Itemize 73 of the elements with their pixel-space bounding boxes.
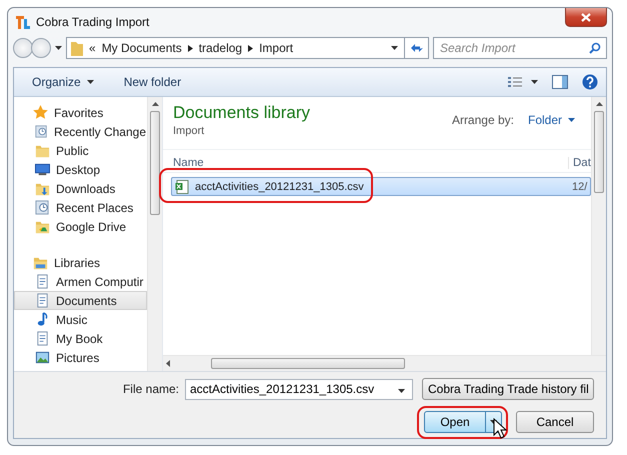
view-list-icon[interactable] xyxy=(508,76,538,88)
sidebar-item[interactable]: Music xyxy=(14,310,147,329)
sidebar-item[interactable]: Recent Places xyxy=(14,198,147,217)
overflow-chevron[interactable]: « xyxy=(89,41,96,55)
refresh-button[interactable] xyxy=(405,37,429,59)
library-subtitle: Import xyxy=(173,125,206,137)
new-folder-button[interactable]: New folder xyxy=(122,73,184,91)
chevron-icon xyxy=(248,44,254,52)
sidebar-item[interactable]: Favorites xyxy=(14,103,147,122)
file-name-field[interactable]: acctActivities_20121231_1305.csv xyxy=(185,378,413,400)
arrange-dropdown[interactable]: Folder xyxy=(528,113,575,127)
music-note-icon xyxy=(35,312,50,327)
file-type-dropdown[interactable]: Cobra Trading Trade history fil xyxy=(422,378,594,400)
caret-icon xyxy=(86,80,94,84)
recent-icon xyxy=(35,124,48,139)
sidebar-item[interactable]: Armen Computir xyxy=(14,272,147,291)
chevron-icon xyxy=(188,44,193,52)
document-icon xyxy=(35,293,50,308)
image-icon xyxy=(35,350,50,365)
open-button[interactable]: Open xyxy=(424,411,502,433)
dropdown-caret-icon xyxy=(391,46,398,50)
file-date: 12/ xyxy=(572,180,588,192)
horizontal-scrollbar[interactable] xyxy=(163,355,606,371)
breadcrumb[interactable]: Import xyxy=(259,41,294,55)
scroll-up-icon[interactable] xyxy=(596,102,602,106)
organize-button[interactable]: Organize xyxy=(30,73,96,91)
recent-icon xyxy=(35,200,50,215)
window-title: Cobra Trading Import xyxy=(36,14,150,28)
search-icon xyxy=(589,42,601,54)
scroll-thumb[interactable] xyxy=(594,111,604,193)
preview-pane-icon[interactable] xyxy=(552,75,568,89)
scroll-up-icon[interactable] xyxy=(152,102,158,106)
sidebar-item[interactable]: Desktop xyxy=(14,160,147,179)
spreadsheet-file-icon xyxy=(175,180,189,194)
sidebar-item[interactable]: Downloads xyxy=(14,179,147,198)
sidebar-item[interactable]: Google Drive xyxy=(14,217,147,236)
breadcrumb[interactable]: tradelog xyxy=(198,41,242,55)
folder-icon xyxy=(35,143,50,158)
cancel-button[interactable]: Cancel xyxy=(516,411,594,433)
scrollbar[interactable] xyxy=(591,97,606,355)
close-button[interactable] xyxy=(565,8,607,27)
refresh-icon xyxy=(408,42,424,54)
sidebar-item[interactable]: Documents xyxy=(14,291,147,310)
caret-icon xyxy=(568,118,575,122)
file-name-label: File name: xyxy=(122,382,179,396)
sidebar-item[interactable]: Public xyxy=(14,141,147,160)
scrollbar[interactable] xyxy=(147,97,162,371)
document-icon xyxy=(35,331,50,346)
history-caret-icon xyxy=(55,46,62,50)
close-icon xyxy=(581,12,591,22)
file-name: acctActivities_20121231_1305.csv xyxy=(195,180,364,192)
sidebar-item[interactable]: My Book xyxy=(14,329,147,348)
sidebar-item[interactable]: Libraries xyxy=(14,253,147,272)
folder-icon xyxy=(71,40,83,56)
library-folder-icon xyxy=(33,255,48,270)
sidebar-item[interactable]: Recently Change xyxy=(14,122,147,141)
scroll-thumb[interactable] xyxy=(150,111,160,215)
app-logo-icon xyxy=(15,14,31,30)
star-icon xyxy=(33,105,48,120)
breadcrumb[interactable]: My Documents xyxy=(102,41,182,55)
document-icon xyxy=(35,274,50,289)
dropdown-caret-icon xyxy=(398,389,405,393)
file-row[interactable]: acctActivities_20121231_1305.csv 12/ xyxy=(171,177,591,196)
help-icon[interactable] xyxy=(582,74,598,90)
monitor-icon xyxy=(35,162,50,177)
arrange-label: Arrange by: xyxy=(452,113,514,127)
address-bar[interactable]: « My Documents tradelog Import xyxy=(66,37,405,59)
sidebar-item[interactable]: Pictures xyxy=(14,348,147,367)
folder-icon xyxy=(35,181,50,196)
folder-icon xyxy=(35,219,50,234)
library-title: Documents library xyxy=(173,103,310,123)
search-field[interactable]: Search Import xyxy=(433,37,607,59)
column-header[interactable]: Name xyxy=(163,157,568,169)
